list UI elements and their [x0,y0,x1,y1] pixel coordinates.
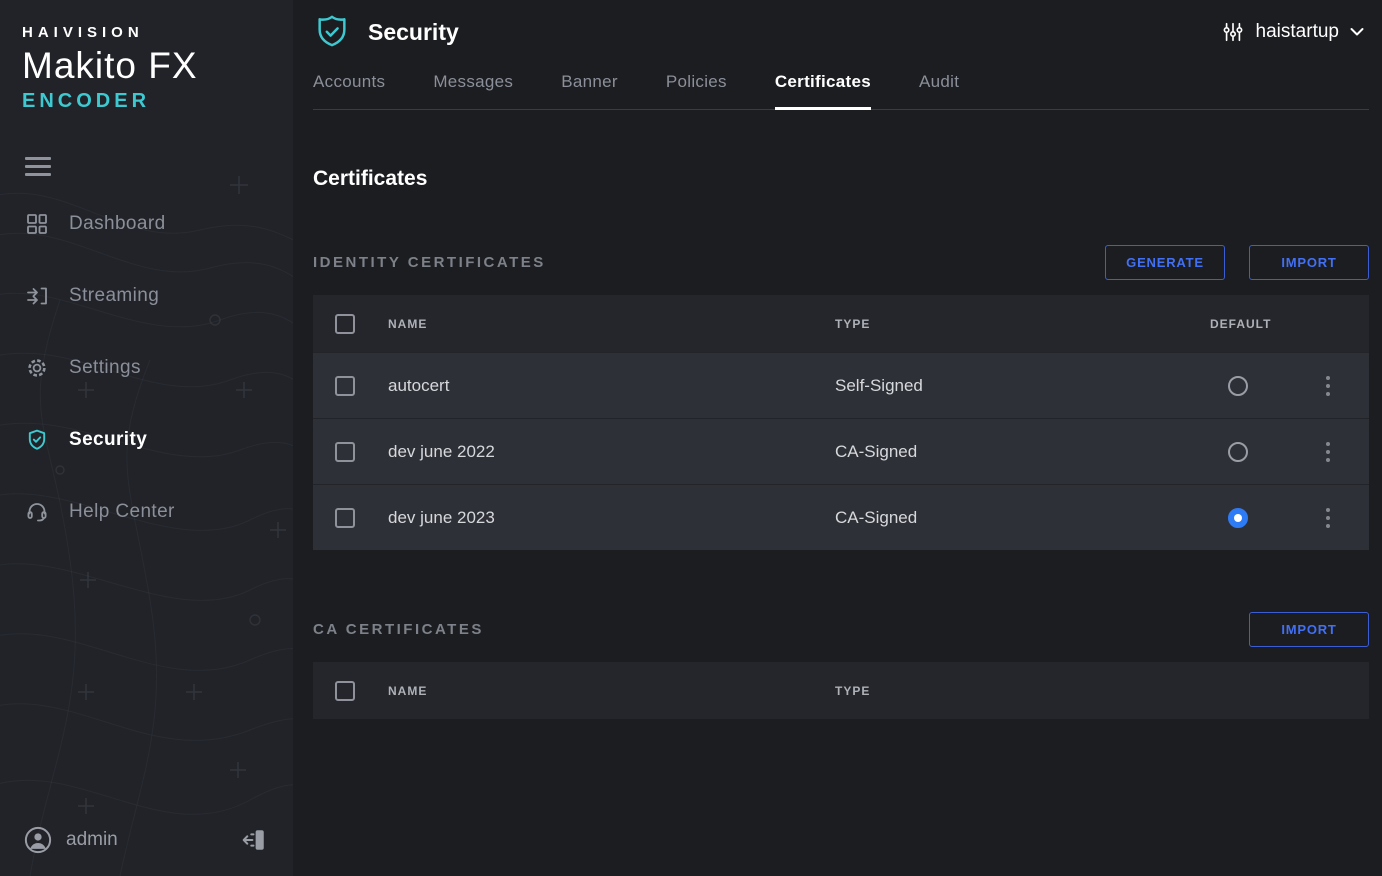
ca-certificates-table: NAME TYPE [313,662,1369,719]
table-row: dev june 2023 CA-Signed [313,484,1369,550]
sidebar-item-label: Settings [69,357,141,379]
default-radio[interactable] [1228,376,1248,396]
sidebar-item-dashboard[interactable]: Dashboard [0,188,293,260]
headset-icon [25,500,49,524]
sliders-icon [1222,20,1244,44]
tab-audit[interactable]: Audit [919,72,959,110]
select-all-checkbox[interactable] [335,681,355,701]
kebab-menu-icon[interactable] [1322,372,1334,400]
sidebar-user-bar: admin [0,826,293,876]
cert-name[interactable]: dev june 2022 [388,442,835,462]
gear-icon [25,356,49,380]
page-header-title: Security [368,19,459,46]
brand-logo: HAIVISION Makito FX ENCODER [0,0,293,113]
cert-name[interactable]: dev june 2023 [388,508,835,528]
identity-import-button[interactable]: IMPORT [1249,245,1369,280]
tab-certificates[interactable]: Certificates [775,72,871,110]
dashboard-icon [25,212,49,236]
sidebar: HAIVISION Makito FX ENCODER Dashboard [0,0,293,876]
sidebar-item-label: Streaming [69,285,159,307]
cert-name[interactable]: autocert [388,376,835,396]
identity-section-heading: IDENTITY CERTIFICATES [313,254,546,271]
tab-policies[interactable]: Policies [666,72,727,110]
identity-section-header: IDENTITY CERTIFICATES GENERATE IMPORT [313,245,1369,280]
sidebar-item-label: Help Center [69,501,175,523]
shield-check-icon [313,12,351,52]
column-header-type: TYPE [835,317,1210,331]
default-radio[interactable] [1228,442,1248,462]
hamburger-icon[interactable] [25,157,51,176]
kebab-menu-icon[interactable] [1322,504,1334,532]
tab-accounts[interactable]: Accounts [313,72,385,110]
row-checkbox[interactable] [335,442,355,462]
cert-type: Self-Signed [835,376,1210,396]
ca-section-heading: CA CERTIFICATES [313,621,484,638]
shield-check-icon [25,428,49,452]
sidebar-item-security[interactable]: Security [0,404,293,476]
generate-button[interactable]: GENERATE [1105,245,1225,280]
column-header-type: TYPE [835,684,1210,698]
cert-type: CA-Signed [835,508,1210,528]
main-content: Security haistartup Accounts Messages Ba… [293,0,1382,876]
sidebar-item-streaming[interactable]: Streaming [0,260,293,332]
tab-banner[interactable]: Banner [561,72,618,110]
identity-table-header: NAME TYPE DEFAULT [313,295,1369,352]
sidebar-item-label: Dashboard [69,213,166,235]
logged-in-user: admin [66,829,118,851]
sidebar-item-help-center[interactable]: Help Center [0,476,293,548]
sidebar-item-label: Security [69,429,147,451]
brand-company: HAIVISION [22,24,293,41]
select-all-checkbox[interactable] [335,314,355,334]
table-row: autocert Self-Signed [313,352,1369,418]
ca-table-header: NAME TYPE [313,662,1369,719]
sidebar-nav: Dashboard Streaming Settings [0,188,293,548]
ca-section-header: CA CERTIFICATES IMPORT [313,612,1369,647]
chevron-down-icon [1349,26,1365,38]
cert-type: CA-Signed [835,442,1210,462]
page-title: Certificates [313,167,1369,191]
column-header-default: DEFAULT [1210,317,1320,331]
kebab-menu-icon[interactable] [1322,438,1334,466]
account-name: haistartup [1256,21,1339,43]
column-header-name: NAME [388,317,835,331]
table-row: dev june 2022 CA-Signed [313,418,1369,484]
security-tabbar: Accounts Messages Banner Policies Certif… [313,72,1369,110]
column-header-name: NAME [388,684,835,698]
logout-icon[interactable] [241,826,267,854]
identity-certificates-table: NAME TYPE DEFAULT autocert Self-Signed d… [313,295,1369,550]
page-header: Security haistartup [313,0,1369,50]
tab-messages[interactable]: Messages [433,72,513,110]
row-checkbox[interactable] [335,508,355,528]
brand-device: ENCODER [22,90,293,113]
row-checkbox[interactable] [335,376,355,396]
user-avatar-icon [24,826,52,854]
ca-import-button[interactable]: IMPORT [1249,612,1369,647]
brand-product: Makito FX [22,45,293,87]
default-radio[interactable] [1228,508,1248,528]
account-menu[interactable]: haistartup [1222,20,1369,44]
streaming-icon [25,284,49,308]
sidebar-item-settings[interactable]: Settings [0,332,293,404]
